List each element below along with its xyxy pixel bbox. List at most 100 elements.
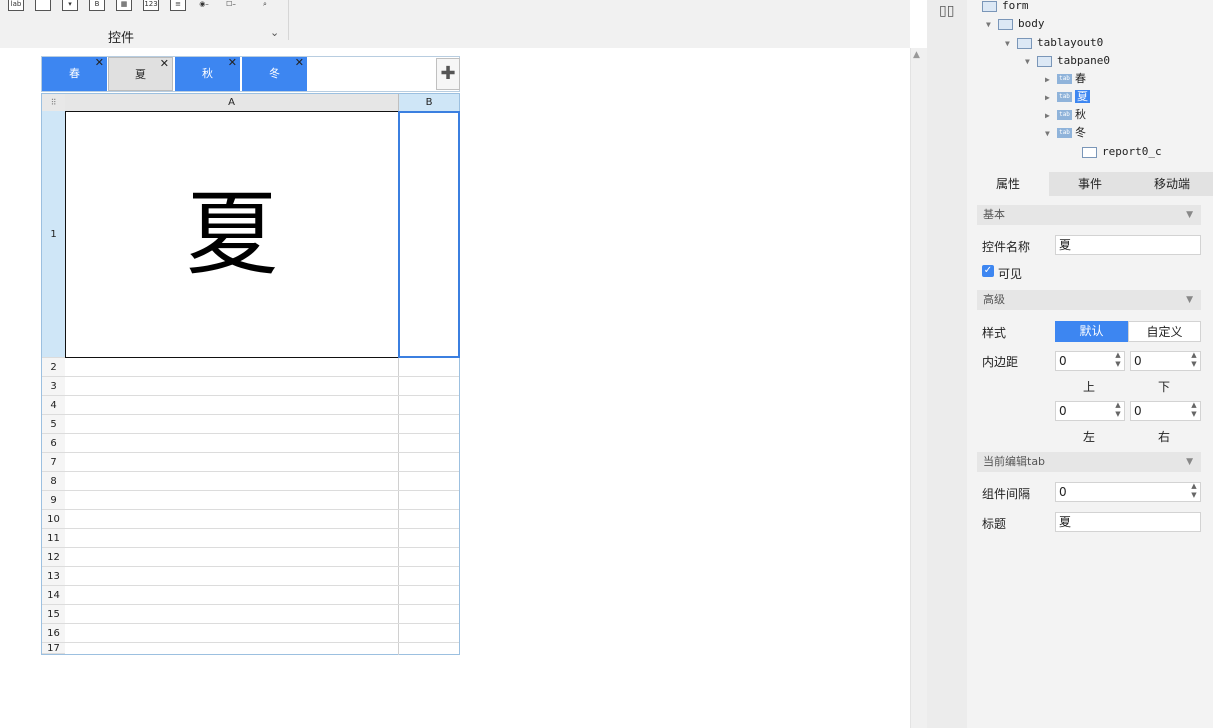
- tree-label: body: [1018, 17, 1045, 30]
- tab-summer[interactable]: 夏 ✕: [108, 57, 173, 91]
- expand-icon[interactable]: ▼: [1045, 125, 1057, 142]
- collapsed-icon[interactable]: ▶: [1045, 71, 1057, 88]
- expand-icon[interactable]: ▼: [1005, 35, 1017, 52]
- row-header[interactable]: 16: [42, 624, 65, 643]
- tree-node-form[interactable]: form: [982, 0, 1029, 14]
- padding-label: 内边距: [982, 355, 1019, 369]
- tab-label: 冬: [269, 67, 280, 80]
- close-icon[interactable]: ✕: [295, 46, 304, 80]
- scroll-up-icon[interactable]: ▲: [913, 50, 920, 60]
- section-basic[interactable]: 基本 ▼: [977, 205, 1201, 225]
- tree-label: 春: [1075, 72, 1086, 85]
- row-divider: [65, 433, 459, 434]
- stepper-icon[interactable]: ▲ ▼: [1112, 351, 1124, 371]
- tree-node-spring[interactable]: ▶ tab 春: [1045, 70, 1086, 87]
- collapsed-icon[interactable]: ▶: [1045, 107, 1057, 124]
- tree-label: tablayout0: [1037, 36, 1104, 49]
- row-header[interactable]: 7: [42, 453, 65, 472]
- frame-icon[interactable]: [35, 0, 51, 11]
- style-custom-button[interactable]: 自定义: [1128, 321, 1201, 342]
- collapsed-icon[interactable]: ▶: [1045, 89, 1057, 106]
- row-divider: [65, 471, 459, 472]
- button-icon[interactable]: B: [89, 0, 105, 11]
- style-default-button[interactable]: 默认: [1055, 321, 1128, 342]
- tab-properties[interactable]: 属性: [967, 172, 1049, 196]
- stepper-icon[interactable]: ▲ ▼: [1188, 401, 1200, 421]
- row-header[interactable]: 14: [42, 586, 65, 605]
- dropdown-icon[interactable]: ▾: [62, 0, 78, 11]
- close-icon[interactable]: ✕: [160, 47, 169, 81]
- title-field[interactable]: 夏: [1055, 512, 1201, 532]
- report-icon: [1082, 146, 1097, 158]
- lab-icon[interactable]: lab: [8, 0, 24, 11]
- canvas-scrollbar[interactable]: [910, 48, 928, 728]
- row-header[interactable]: 2: [42, 358, 65, 377]
- row-header[interactable]: 5: [42, 415, 65, 434]
- tab-autumn[interactable]: 秋 ✕: [175, 56, 240, 91]
- section-advanced[interactable]: 高级 ▼: [977, 290, 1201, 310]
- tab-label: 夏: [135, 68, 146, 81]
- side-strip: [927, 0, 967, 728]
- preview-icon[interactable]: ⌕: [258, 0, 272, 10]
- tab-winter[interactable]: 冬 ✕: [242, 56, 307, 91]
- close-icon[interactable]: ✕: [95, 46, 104, 80]
- chevron-down-icon[interactable]: ⌄: [270, 26, 279, 39]
- stepper-icon[interactable]: ▲ ▼: [1188, 351, 1200, 371]
- tree-node-report[interactable]: report0_c: [1082, 143, 1162, 160]
- add-tab-button[interactable]: ✚: [436, 58, 460, 90]
- checkbox-icon[interactable]: ☐–: [224, 0, 238, 10]
- stepper-icon[interactable]: ▲ ▼: [1188, 482, 1200, 502]
- row-header[interactable]: 11: [42, 529, 65, 548]
- number-icon[interactable]: 123: [143, 0, 159, 11]
- tab-mobile[interactable]: 移动端: [1131, 172, 1213, 196]
- name-label: 控件名称: [982, 240, 1031, 254]
- row-header[interactable]: 6: [42, 434, 65, 453]
- row-header[interactable]: 1: [42, 111, 65, 358]
- cell-b1-selected[interactable]: [398, 111, 460, 358]
- layout-icon[interactable]: ▯▯: [939, 3, 954, 19]
- visible-checkbox[interactable]: ✓: [982, 265, 994, 277]
- row-divider: [65, 585, 459, 586]
- tree-node-body[interactable]: ▼ body: [986, 15, 1045, 32]
- textarea-icon[interactable]: ≡: [170, 0, 186, 11]
- grid-icon[interactable]: ▦: [116, 0, 132, 11]
- row-header[interactable]: 12: [42, 548, 65, 567]
- tree-label-selected: 夏: [1075, 90, 1090, 103]
- tree-node-tablayout[interactable]: ▼ tablayout0: [1005, 34, 1103, 51]
- row-header[interactable]: 13: [42, 567, 65, 586]
- section-current-tab[interactable]: 当前编辑tab ▼: [977, 452, 1201, 472]
- row-header[interactable]: 3: [42, 377, 65, 396]
- gap-field[interactable]: 0: [1055, 482, 1201, 502]
- row-header[interactable]: 9: [42, 491, 65, 510]
- column-header-a[interactable]: A: [65, 94, 399, 111]
- tab-events[interactable]: 事件: [1049, 172, 1131, 196]
- visible-label: 可见: [998, 267, 1023, 281]
- tree-node-tabpane[interactable]: ▼ tabpane0: [1025, 52, 1110, 69]
- row-header[interactable]: 17: [42, 643, 65, 654]
- toolbar-separator: [288, 0, 289, 40]
- tab-node-icon: tab: [1057, 74, 1072, 84]
- section-title: 基本: [983, 208, 1005, 221]
- stepper-icon[interactable]: ▲ ▼: [1112, 401, 1124, 421]
- row-header[interactable]: 8: [42, 472, 65, 491]
- name-field[interactable]: 夏: [1055, 235, 1201, 255]
- body-icon: [998, 18, 1013, 30]
- expand-icon[interactable]: ▼: [986, 16, 998, 33]
- row-header[interactable]: 10: [42, 510, 65, 529]
- top-label: 上: [1083, 380, 1096, 394]
- row-divider: [65, 623, 459, 624]
- expand-icon[interactable]: ▼: [1025, 53, 1037, 70]
- tab-node-icon: tab: [1057, 128, 1072, 138]
- tab-spring[interactable]: 春 ✕: [42, 56, 107, 91]
- row-divider: [65, 509, 459, 510]
- row-header[interactable]: 4: [42, 396, 65, 415]
- tree-node-summer[interactable]: ▶ tab 夏: [1045, 88, 1090, 105]
- toolbar-group-label: 控件: [108, 31, 135, 46]
- row-header[interactable]: 15: [42, 605, 65, 624]
- tree-node-autumn[interactable]: ▶ tab 秋: [1045, 106, 1086, 123]
- close-icon[interactable]: ✕: [228, 46, 237, 80]
- tree-node-winter[interactable]: ▼ tab 冬: [1045, 124, 1086, 141]
- grid-corner-handle-icon[interactable]: ⠿: [42, 94, 65, 111]
- radio-icon[interactable]: ◉–: [197, 0, 211, 10]
- column-header-b[interactable]: B: [399, 94, 459, 111]
